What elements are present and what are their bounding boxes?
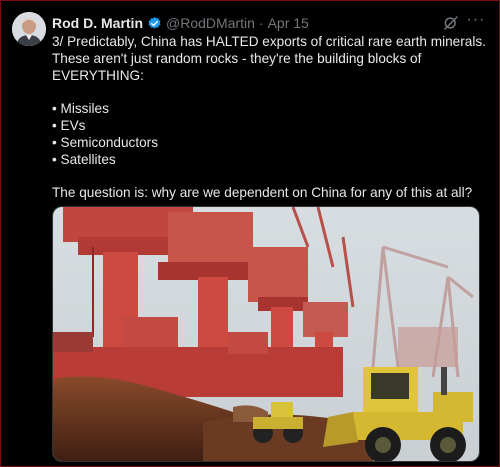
grok-icon[interactable] (442, 14, 460, 32)
bullet-item: • Satellites (52, 151, 116, 167)
tweet-header: Rod D. Martin @RodDMartin · Apr 15 (52, 13, 484, 33)
tweet-date[interactable]: Apr 15 (268, 15, 309, 31)
tweet-line: The question is: why are we dependent on… (52, 185, 473, 201)
tweet-line: These aren't just random rocks - they're… (52, 50, 422, 66)
tweet-media-photo[interactable] (52, 206, 480, 462)
avatar[interactable] (12, 12, 46, 46)
bullet-item: • Missiles (52, 101, 109, 117)
tweet-line: 3/ Predictably, China has HALTED exports… (52, 34, 486, 49)
tweet-text: 3/ Predictably, China has HALTED exports… (52, 34, 486, 202)
author-handle[interactable]: @RodDMartin (166, 15, 255, 31)
author-name[interactable]: Rod D. Martin (52, 15, 143, 31)
header-separator: · (258, 15, 264, 31)
more-options-icon[interactable]: ··· (466, 12, 486, 31)
avatar-image (12, 12, 46, 46)
tweet-line: EVERYTHING: (52, 67, 144, 83)
bullet-item: • EVs (52, 117, 86, 133)
bullet-item: • Semiconductors (52, 134, 159, 150)
verified-badge-icon (147, 16, 162, 31)
